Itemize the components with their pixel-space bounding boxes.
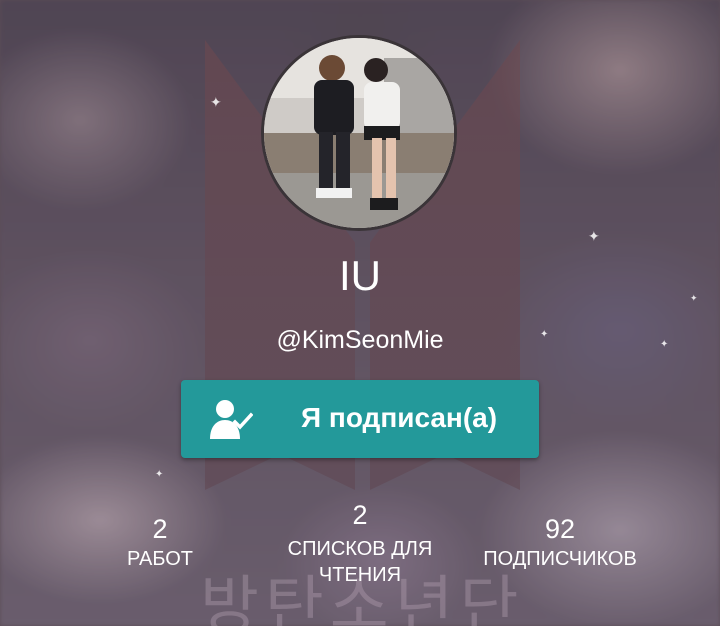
profile-handle: @KimSeonMie bbox=[276, 326, 444, 354]
sparkle-icon: ✦ bbox=[155, 469, 164, 480]
stat-works-count: 2 bbox=[152, 514, 168, 544]
stat-followers-count: 92 bbox=[544, 514, 576, 544]
stat-reading-lists[interactable]: 2 СПИСКОВ ДЛЯ ЧТЕНИЯ bbox=[255, 498, 465, 588]
following-button-label: Я подписан(а) bbox=[301, 402, 498, 433]
stat-reading-lists-label: СПИСКОВ ДЛЯ ЧТЕНИЯ bbox=[287, 538, 433, 586]
stat-followers-label: ПОДПИСЧИКОВ bbox=[483, 548, 637, 570]
profile-page: ✦ ✦ ✦ ✦ ✦ ✦ 방탄소년단 IU @KimSeonMie Я подпи… bbox=[0, 0, 720, 626]
stat-works[interactable]: 2 РАБОТ bbox=[100, 512, 220, 572]
avatar-photo bbox=[264, 38, 454, 228]
stat-reading-lists-count: 2 bbox=[352, 500, 368, 530]
sparkle-icon: ✦ bbox=[588, 229, 600, 245]
stat-works-label: РАБОТ bbox=[126, 548, 193, 570]
stat-followers[interactable]: 92 ПОДПИСЧИКОВ bbox=[460, 512, 660, 572]
profile-name: IU bbox=[339, 252, 381, 299]
following-button[interactable]: Я подписан(а) bbox=[181, 380, 539, 458]
user-check-icon bbox=[210, 400, 253, 439]
sparkle-icon: ✦ bbox=[210, 95, 222, 111]
avatar[interactable] bbox=[261, 35, 457, 231]
